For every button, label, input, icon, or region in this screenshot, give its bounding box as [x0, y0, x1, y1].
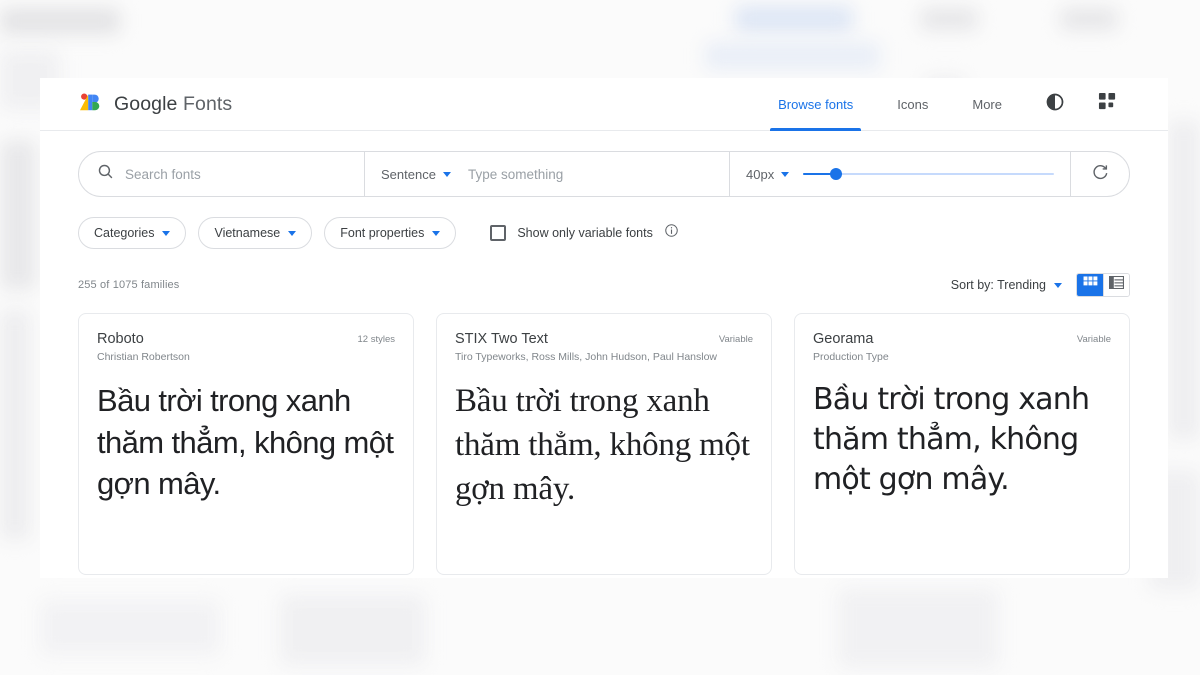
sort-by-dropdown[interactable]: Sort by: Trending — [951, 278, 1062, 292]
font-size-slider[interactable] — [803, 165, 1054, 183]
filter-bar: Categories Vietnamese Font properties Sh… — [78, 217, 1130, 249]
font-card-sample-text: Bầu trời trong xanh thăm thẳm, không một… — [97, 383, 394, 501]
filter-chip-font-properties-label: Font properties — [340, 226, 425, 240]
font-card-tag: Variable — [718, 334, 753, 345]
filter-chip-categories-label: Categories — [94, 226, 155, 240]
google-fonts-app-panel: Google Fonts Browse fonts Icons More Sea… — [40, 78, 1168, 578]
results-bar: 255 of 1075 families Sort by: Trending — [78, 273, 1130, 297]
grid-view-button[interactable] — [1077, 274, 1103, 296]
variable-fonts-checkbox[interactable] — [490, 225, 507, 241]
variable-fonts-label: Show only variable fonts — [517, 226, 653, 240]
font-card-grid: Roboto 12 styles Christian Robertson Bầu… — [78, 313, 1130, 575]
filter-chip-font-properties[interactable]: Font properties — [324, 217, 457, 249]
nav-browse-fonts-label: Browse fonts — [778, 96, 854, 112]
grid-view-icon — [1083, 276, 1098, 294]
font-card-tag: 12 styles — [357, 334, 396, 345]
contrast-icon — [1045, 92, 1065, 117]
font-card-name: Georama — [813, 331, 874, 347]
search-toolbar: Sentence 40px — [78, 151, 1130, 197]
chevron-down-icon — [1054, 282, 1062, 288]
search-icon — [97, 163, 114, 185]
font-card-tag: Variable — [1076, 334, 1111, 345]
reset-preview-button[interactable] — [1071, 152, 1129, 196]
list-view-button[interactable] — [1103, 274, 1129, 296]
font-card-georama[interactable]: Georama Variable Production Type Bầu trờ… — [794, 313, 1130, 575]
variable-fonts-checkbox-group[interactable]: Show only variable fonts — [490, 223, 679, 243]
font-card-name: STIX Two Text — [455, 331, 548, 347]
chevron-down-icon — [781, 171, 790, 177]
filter-chip-categories[interactable]: Categories — [78, 217, 187, 249]
font-card-author: Christian Robertson — [97, 350, 190, 363]
slider-thumb[interactable] — [829, 168, 842, 180]
nav-more-label: More — [972, 96, 1002, 112]
sort-by-label: Sort by: Trending — [950, 278, 1046, 292]
app-header: Google Fonts Browse fonts Icons More — [40, 78, 1168, 131]
nav-more[interactable]: More — [950, 78, 1024, 131]
font-card-stix-two-text[interactable]: STIX Two Text Variable Tiro Typeworks, R… — [436, 313, 772, 575]
nav-icons[interactable]: Icons — [875, 78, 950, 131]
font-card-sample-text: Bầu trời trong xanh thăm thẳm, không một… — [455, 383, 750, 508]
info-icon[interactable] — [664, 223, 679, 243]
refresh-icon — [1091, 162, 1110, 186]
filter-chip-language[interactable]: Vietnamese — [198, 217, 313, 249]
brand-bold: Google — [114, 92, 178, 115]
chevron-down-icon — [442, 171, 451, 177]
font-card-header: Roboto 12 styles — [97, 331, 395, 348]
chevron-down-icon — [162, 230, 171, 236]
search-field-group[interactable] — [79, 152, 364, 196]
google-apps-grid-icon — [1098, 92, 1117, 116]
preview-text-input[interactable] — [467, 166, 729, 182]
dark-mode-toggle-button[interactable] — [1034, 83, 1076, 125]
font-card-author: Tiro Typeworks, Ross Mills, John Hudson,… — [455, 350, 718, 363]
preview-group: Sentence — [365, 152, 729, 196]
preview-type-label: Sentence — [381, 166, 436, 182]
google-apps-button[interactable] — [1086, 83, 1128, 125]
filter-chip-language-label: Vietnamese — [214, 226, 281, 240]
chevron-down-icon — [288, 230, 297, 236]
nav-browse-fonts[interactable]: Browse fonts — [756, 78, 875, 131]
brand-title: Google Fonts — [114, 93, 232, 116]
font-card-name: Roboto — [97, 331, 144, 347]
main-navigation: Browse fonts Icons More — [756, 78, 1128, 131]
font-card-header: Georama Variable — [813, 331, 1111, 348]
list-view-icon — [1108, 275, 1125, 294]
preview-type-dropdown[interactable]: Sentence — [381, 167, 451, 182]
font-card-header: STIX Two Text Variable — [455, 331, 753, 348]
results-count: 255 of 1075 families — [78, 279, 180, 291]
font-size-group: 40px — [730, 152, 1070, 196]
font-card-author: Production Type — [813, 350, 889, 363]
font-size-label: 40px — [746, 166, 775, 182]
brand-light: Fonts — [183, 92, 233, 115]
view-toggle-group — [1076, 273, 1130, 297]
search-input[interactable] — [125, 166, 364, 182]
font-size-dropdown[interactable]: 40px — [746, 166, 790, 182]
results-controls: Sort by: Trending — [951, 273, 1130, 297]
font-card-sample-text: Bầu trời trong xanh thăm thẳm, không một… — [813, 382, 1090, 498]
google-fonts-logo-icon — [78, 92, 103, 117]
chevron-down-icon — [432, 230, 441, 236]
brand-logo[interactable]: Google Fonts — [78, 92, 232, 117]
nav-icons-label: Icons — [897, 96, 929, 112]
font-card-roboto[interactable]: Roboto 12 styles Christian Robertson Bầu… — [78, 313, 414, 575]
